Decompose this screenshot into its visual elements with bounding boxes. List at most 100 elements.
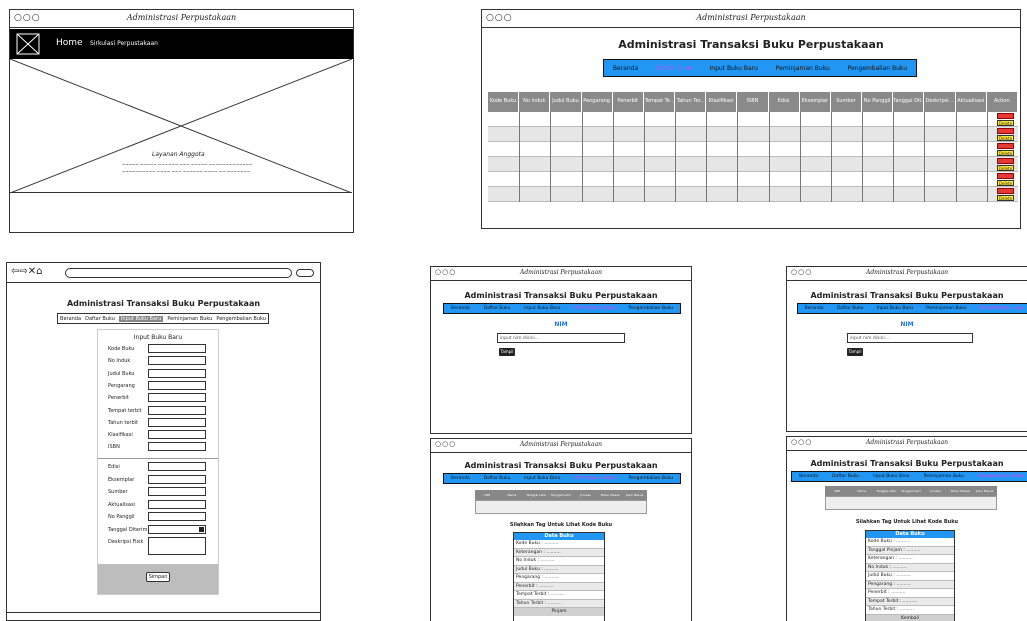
nav-daftar-buku[interactable]: Daftar Buku bbox=[832, 474, 859, 479]
text-input[interactable] bbox=[148, 344, 206, 353]
table-cell-divider bbox=[612, 172, 614, 187]
nav-input-buku[interactable]: Input Buku Baru bbox=[710, 65, 758, 72]
table-cell-divider bbox=[706, 127, 708, 142]
nav-pengembalian[interactable]: Pengembalian Buku bbox=[978, 474, 1023, 479]
save-button[interactable]: Simpan bbox=[146, 572, 170, 582]
nim-input[interactable]: input nim disini... bbox=[847, 333, 973, 343]
title-bar: ○○○ Administrasi Perpustakaan bbox=[431, 267, 691, 281]
nav-input-buku[interactable]: Input Buku Baru bbox=[118, 315, 164, 322]
browser-nav-icons[interactable]: ⇦⇨✕⌂ bbox=[11, 266, 42, 277]
text-input[interactable] bbox=[148, 537, 206, 555]
text-input[interactable] bbox=[148, 417, 206, 427]
member-table-row bbox=[825, 496, 997, 510]
nav-peminjaman[interactable]: Peminjaman Buku bbox=[926, 306, 967, 311]
nav-peminjaman[interactable]: Peminjaman Buku bbox=[776, 65, 830, 72]
input-buku-window: ⇦⇨✕⌂ Administrasi Transaksi Buku Perpust… bbox=[6, 262, 321, 621]
nav-pengembalian[interactable]: Pengembalian Buku bbox=[848, 65, 907, 72]
nav-input-buku[interactable]: Input Buku Baru bbox=[524, 306, 560, 311]
table-cell-divider bbox=[986, 172, 988, 187]
delete-button[interactable]: Delete bbox=[997, 120, 1014, 126]
home-window: ○○○ Administrasi Perpustakaan Home Sirku… bbox=[9, 9, 354, 233]
table-cell-divider bbox=[955, 172, 957, 187]
table-cell-divider bbox=[706, 172, 708, 187]
edit-button[interactable] bbox=[997, 158, 1014, 164]
nav-beranda[interactable]: Beranda bbox=[451, 476, 470, 481]
nav-beranda[interactable]: Beranda bbox=[451, 306, 470, 311]
layanan-text-1: ~~~~~ ~~~~~ ~~~~~~ ~~~ ~~~~~ ~~~~~~~~~~~… bbox=[122, 162, 253, 167]
nav-home[interactable]: Home bbox=[56, 38, 83, 48]
nav-beranda[interactable]: Beranda bbox=[805, 306, 824, 311]
column-header: No induk bbox=[519, 92, 551, 112]
search-icon[interactable] bbox=[296, 269, 314, 277]
logo-placeholder-icon bbox=[16, 33, 40, 55]
delete-button[interactable]: Delete bbox=[997, 135, 1014, 141]
nav-peminjaman[interactable]: Peminjaman Buku bbox=[167, 316, 212, 322]
panel-action-button[interactable]: Pinjam bbox=[514, 608, 604, 616]
text-input[interactable] bbox=[148, 393, 206, 403]
delete-button[interactable]: Delete bbox=[997, 195, 1014, 201]
column-header: Eksemplar bbox=[800, 92, 831, 112]
table-cell-divider bbox=[612, 127, 614, 142]
column-header: Jalur Masuk bbox=[626, 493, 644, 497]
text-input[interactable] bbox=[148, 356, 206, 366]
nav-beranda[interactable]: Beranda bbox=[799, 474, 818, 479]
nav-pengembalian[interactable]: Pengembalian Buku bbox=[629, 306, 674, 311]
nav-peminjaman[interactable]: Peminjaman Buku bbox=[574, 476, 615, 481]
table-cell-divider bbox=[581, 172, 583, 187]
nav-pengembalian[interactable]: Pengembalian Buku bbox=[216, 316, 266, 322]
delete-button[interactable]: Delete bbox=[997, 165, 1014, 171]
nav-daftar-buku[interactable]: Daftar Buku bbox=[484, 306, 511, 311]
table-cell-divider bbox=[893, 172, 895, 187]
nav-peminjaman[interactable]: Peminjaman Buku bbox=[574, 306, 615, 311]
text-input[interactable] bbox=[148, 368, 206, 378]
text-input[interactable] bbox=[148, 487, 206, 496]
delete-button[interactable]: Delete bbox=[997, 180, 1014, 186]
panel-row: Pengarang : .......... bbox=[514, 574, 604, 583]
nav-daftar-buku[interactable]: Daftar Buku bbox=[656, 65, 692, 72]
delete-button[interactable]: Delete bbox=[997, 150, 1014, 156]
nim-input[interactable]: input nim disini... bbox=[497, 333, 625, 343]
panel-action-button[interactable]: Kembali bbox=[866, 614, 954, 621]
text-input[interactable] bbox=[148, 430, 206, 440]
nav-sirkulasi[interactable]: Sirkulasi Perpustakaan bbox=[90, 40, 158, 47]
text-input[interactable] bbox=[148, 499, 206, 509]
nav-peminjaman[interactable]: Peminjaman Buku bbox=[924, 474, 965, 479]
calendar-icon[interactable] bbox=[199, 526, 204, 532]
tampil-button[interactable]: Tampil bbox=[847, 348, 863, 356]
tampil-button[interactable]: Tampil bbox=[499, 348, 515, 356]
nav-daftar-buku[interactable]: Daftar Buku bbox=[837, 306, 864, 311]
edit-button[interactable] bbox=[997, 113, 1014, 119]
text-input[interactable] bbox=[148, 380, 206, 390]
address-bar[interactable] bbox=[65, 268, 292, 278]
nav-pengembalian[interactable]: Pengembalian Buku bbox=[980, 306, 1025, 311]
nav-daftar-buku[interactable]: Daftar Buku bbox=[484, 476, 511, 481]
nav-input-buku[interactable]: Input Buku Baru bbox=[873, 474, 909, 479]
field-label: Deskripsi Fisik bbox=[108, 539, 144, 545]
table-cell-divider bbox=[519, 157, 521, 172]
text-input[interactable] bbox=[148, 524, 206, 534]
text-input[interactable] bbox=[148, 474, 206, 484]
edit-button[interactable] bbox=[997, 128, 1014, 134]
text-input[interactable] bbox=[148, 462, 206, 471]
text-input[interactable] bbox=[148, 512, 206, 521]
edit-button[interactable] bbox=[997, 143, 1014, 149]
text-input[interactable] bbox=[148, 405, 206, 415]
nav-beranda[interactable]: Beranda bbox=[613, 65, 638, 72]
column-header: Action bbox=[987, 92, 1018, 112]
table-cell-divider bbox=[643, 127, 645, 142]
table-cell-divider bbox=[893, 157, 895, 172]
table-cell-divider bbox=[768, 112, 770, 127]
table-cell-divider bbox=[955, 157, 957, 172]
table-cell-divider bbox=[612, 112, 614, 127]
nav-daftar-buku[interactable]: Daftar Buku bbox=[85, 316, 115, 322]
panel-title: Data Buku bbox=[866, 531, 954, 538]
edit-button[interactable] bbox=[997, 188, 1014, 194]
window-title: Administrasi Perpustakaan bbox=[865, 269, 949, 276]
nav-beranda[interactable]: Beranda bbox=[60, 316, 81, 322]
table-cell-divider bbox=[986, 112, 988, 127]
nav-pengembalian[interactable]: Pengembalian Buku bbox=[629, 476, 674, 481]
text-input[interactable] bbox=[148, 442, 206, 452]
nav-input-buku[interactable]: Input Buku Baru bbox=[877, 306, 913, 311]
edit-button[interactable] bbox=[997, 173, 1014, 179]
nav-input-buku[interactable]: Input Buku Baru bbox=[524, 476, 560, 481]
